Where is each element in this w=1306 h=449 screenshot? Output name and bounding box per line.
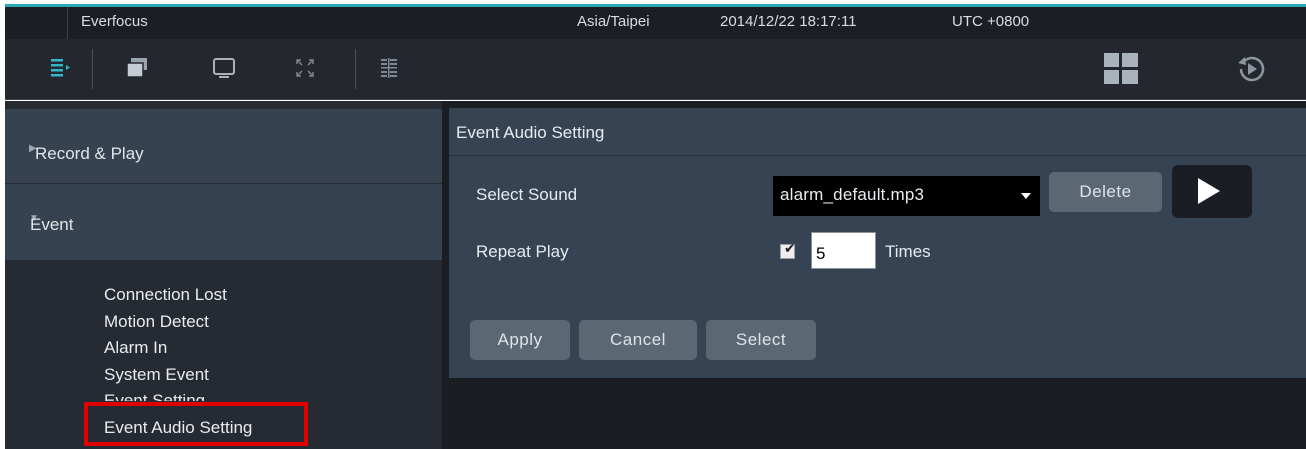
menu-list-icon[interactable] xyxy=(45,52,77,84)
windows-icon[interactable] xyxy=(121,52,153,84)
grid-layout-icon[interactable] xyxy=(373,52,405,84)
title-divider xyxy=(67,7,68,39)
sidebar-item-alarm-in[interactable]: Alarm In xyxy=(104,338,167,358)
apply-button[interactable]: Apply xyxy=(470,320,570,360)
sidebar-category-event[interactable]: ▼ Event xyxy=(5,184,442,260)
panel-title: Event Audio Setting xyxy=(456,123,605,142)
sidebar: ▶ Record & Play ▼ Event Connection Lost … xyxy=(5,101,442,449)
monitor-icon[interactable] xyxy=(208,52,240,84)
title-bar: Everfocus Asia/Taipei 2014/12/22 18:17:1… xyxy=(5,4,1306,39)
sound-select[interactable]: alarm_default.mp3 xyxy=(773,176,1040,216)
repeat-play-checkbox[interactable]: ✔ xyxy=(780,241,796,259)
chevron-down-icon xyxy=(1021,193,1031,199)
fullscreen-icon[interactable] xyxy=(289,52,321,84)
times-label: Times xyxy=(885,242,931,261)
checkmark-icon: ✔ xyxy=(784,241,796,257)
cancel-button[interactable]: Cancel xyxy=(579,320,697,360)
playback-icon[interactable] xyxy=(1233,51,1269,87)
settings-panel: Event Audio Setting Select Sound alarm_d… xyxy=(449,108,1306,378)
sidebar-category-record-play[interactable]: ▶ Record & Play xyxy=(5,109,442,183)
toolbar-divider xyxy=(355,49,356,89)
toolbar xyxy=(5,39,1306,100)
utc-offset-label: UTC +0800 xyxy=(952,13,1030,30)
toolbar-divider xyxy=(92,49,93,89)
app-title: Everfocus xyxy=(81,13,148,30)
layout-icon[interactable] xyxy=(1102,51,1140,87)
timezone-label: Asia/Taipei xyxy=(577,13,650,30)
category-label: Event xyxy=(30,215,74,234)
play-icon xyxy=(1198,178,1220,204)
panel-header: Event Audio Setting xyxy=(449,108,1306,156)
play-button[interactable] xyxy=(1172,165,1252,218)
selection-highlight xyxy=(84,402,308,446)
delete-button[interactable]: Delete xyxy=(1049,172,1162,212)
datetime-label: 2014/12/22 18:17:11 xyxy=(720,13,857,30)
sidebar-item-event-setting[interactable]: Event Setting xyxy=(104,391,205,401)
select-sound-label: Select Sound xyxy=(476,185,578,204)
select-button[interactable]: Select xyxy=(706,320,816,360)
sidebar-item-motion-detect[interactable]: Motion Detect xyxy=(104,312,209,332)
repeat-play-label: Repeat Play xyxy=(476,242,569,261)
sidebar-item-connection-lost[interactable]: Connection Lost xyxy=(104,285,227,305)
category-label: Record & Play xyxy=(35,144,144,163)
sound-select-value: alarm_default.mp3 xyxy=(780,185,925,204)
sidebar-item-system-event[interactable]: System Event xyxy=(104,365,209,385)
repeat-times-input[interactable] xyxy=(811,232,876,269)
